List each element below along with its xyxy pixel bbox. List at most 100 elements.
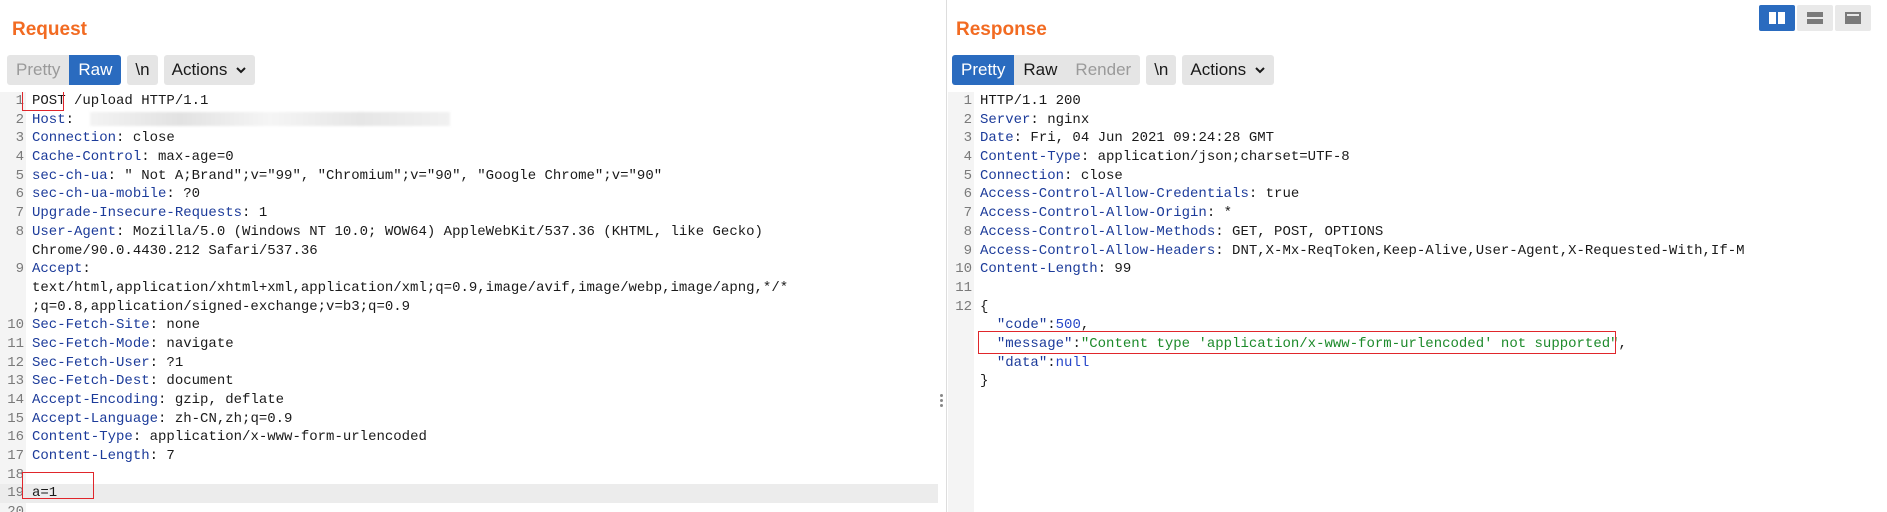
response-view-tabs: Pretty Raw Render bbox=[952, 55, 1141, 85]
response-tab-raw[interactable]: Raw bbox=[1014, 55, 1067, 85]
line-number: 5 bbox=[963, 167, 972, 184]
request-line: 1 POST /upload HTTP/1.1 bbox=[0, 92, 938, 111]
header-value: : * bbox=[1206, 205, 1233, 222]
pane-divider bbox=[946, 0, 947, 512]
request-tab-raw[interactable]: Raw bbox=[69, 55, 122, 85]
line-number: 9 bbox=[963, 242, 972, 259]
request-actions-label: Actions bbox=[171, 60, 228, 79]
header-value: : 99 bbox=[1097, 261, 1132, 278]
split-vertical-icon[interactable] bbox=[1797, 5, 1833, 31]
header-value: : none bbox=[149, 317, 201, 334]
request-newline-toggle[interactable]: \n bbox=[127, 55, 158, 85]
request-actions-button[interactable]: Actions bbox=[163, 55, 256, 85]
line-number: 8 bbox=[963, 223, 972, 240]
json-key-message: "message" bbox=[996, 335, 1073, 352]
line-text: { bbox=[980, 298, 989, 315]
header-name: Accept-Language bbox=[32, 410, 159, 427]
request-toolbar: Pretty Raw \n Actions bbox=[7, 55, 261, 85]
header-value: : ?1 bbox=[149, 354, 184, 371]
header-name: Access-Control-Allow-Origin bbox=[980, 205, 1207, 222]
request-line: 8 User-Agent: Mozilla/5.0 (Windows NT 10.… bbox=[0, 223, 938, 242]
request-line: 11 Sec-Fetch-Mode: navigate bbox=[0, 335, 938, 354]
line-text: HTTP/1.1 200 bbox=[980, 93, 1081, 109]
request-line: 17 Content-Length: 7 bbox=[0, 447, 938, 466]
response-actions-label: Actions bbox=[1190, 60, 1247, 79]
request-line: 14 Accept-Encoding: gzip, deflate bbox=[0, 391, 938, 410]
header-value: : application/json;charset=UTF-8 bbox=[1080, 149, 1350, 166]
request-pane: Request Pretty Raw \n Actions 1 POST /upl… bbox=[0, 0, 938, 512]
header-value: : 7 bbox=[149, 448, 175, 465]
json-key-code: "code" bbox=[996, 317, 1048, 334]
line-text: Chrome/90.0.4430.212 Safari/537.36 bbox=[32, 242, 318, 259]
line-number: 7 bbox=[963, 205, 972, 222]
line-number: 2 bbox=[963, 111, 972, 128]
response-title: Response bbox=[956, 19, 1047, 40]
response-line: 8 Access-Control-Allow-Methods: GET, POST… bbox=[948, 223, 1887, 242]
line-number: 11 bbox=[955, 279, 972, 296]
json-line-message: "message":"Content type 'application/x-w… bbox=[996, 335, 1627, 352]
line-number: 5 bbox=[15, 167, 24, 184]
response-line: 12 { bbox=[948, 298, 1887, 317]
line-number: 12 bbox=[955, 298, 972, 315]
header-value: : application/x-www-form-urlencoded bbox=[132, 429, 427, 446]
request-view-tabs: Pretty Raw bbox=[7, 55, 122, 85]
request-line: 15 Accept-Language: zh-CN,zh;q=0.9 bbox=[0, 410, 938, 429]
response-line: 6 Access-Control-Allow-Credentials: true bbox=[948, 185, 1887, 204]
line-number: 3 bbox=[963, 130, 972, 147]
header-name: sec-ch-ua bbox=[32, 167, 108, 184]
header-name: Content-Length bbox=[32, 448, 150, 465]
header-value: : Fri, 04 Jun 2021 09:24:28 GMT bbox=[1013, 130, 1275, 147]
request-line: Chrome/90.0.4430.212 Safari/537.36 bbox=[0, 242, 938, 261]
header-name: Access-Control-Allow-Methods bbox=[980, 223, 1216, 240]
response-newline-toggle[interactable]: \n bbox=[1146, 55, 1177, 85]
line-number: 19 bbox=[7, 485, 24, 502]
response-line: 7 Access-Control-Allow-Origin: * bbox=[948, 204, 1887, 223]
header-value: : bbox=[65, 111, 75, 128]
response-tab-pretty[interactable]: Pretty bbox=[952, 55, 1015, 85]
response-actions-button[interactable]: Actions bbox=[1182, 55, 1275, 85]
request-line: 7 Upgrade-Insecure-Requests: 1 bbox=[0, 204, 938, 223]
header-name: sec-ch-ua-mobile bbox=[32, 186, 167, 203]
tabs-icon[interactable] bbox=[1835, 5, 1871, 31]
line-number: 9 bbox=[15, 261, 24, 278]
line-number: 13 bbox=[7, 373, 24, 390]
header-value: : document bbox=[149, 373, 234, 390]
header-value: : ?0 bbox=[166, 186, 201, 203]
line-number: 3 bbox=[15, 130, 24, 147]
header-value: : bbox=[82, 261, 91, 278]
header-value: : nginx bbox=[1030, 111, 1090, 128]
header-name: Server bbox=[980, 111, 1031, 128]
line-text: POST /upload HTTP/1.1 bbox=[32, 93, 209, 109]
header-name: Date bbox=[980, 130, 1014, 147]
header-name: Connection bbox=[980, 167, 1065, 184]
line-number: 14 bbox=[7, 392, 24, 408]
header-name: Host bbox=[32, 111, 66, 128]
request-editor[interactable]: 1 POST /upload HTTP/1.1 2 Host: 3 Connection:… bbox=[0, 92, 938, 512]
split-horizontal-icon[interactable] bbox=[1759, 5, 1795, 31]
json-line-code: "code":500, bbox=[996, 317, 1090, 334]
request-title: Request bbox=[12, 19, 87, 40]
pane-resize-handle[interactable] bbox=[938, 392, 944, 410]
header-name: Access-Control-Allow-Headers bbox=[980, 242, 1216, 259]
json-value-data: null bbox=[1055, 354, 1090, 371]
request-line: 20 bbox=[0, 503, 938, 512]
request-line: 9 Accept: bbox=[0, 260, 938, 279]
line-number: 4 bbox=[15, 149, 24, 166]
line-number: 1 bbox=[15, 93, 24, 109]
line-number: 15 bbox=[7, 410, 24, 427]
line-number: 7 bbox=[15, 205, 24, 222]
line-number: 6 bbox=[963, 186, 972, 203]
response-editor[interactable]: 1 HTTP/1.1 200 2 Server: nginx 3 Date: Fri, 0… bbox=[948, 92, 1887, 512]
header-name: Sec-Fetch-Site bbox=[32, 317, 150, 334]
header-name: User-Agent bbox=[32, 223, 117, 240]
chevron-down-icon bbox=[236, 67, 247, 74]
response-tab-render[interactable]: Render bbox=[1066, 55, 1141, 85]
header-value: : max-age=0 bbox=[141, 149, 234, 166]
response-line: 9 Access-Control-Allow-Headers: DNT,X-Mx-… bbox=[948, 242, 1887, 261]
request-tab-pretty[interactable]: Pretty bbox=[7, 55, 70, 85]
header-name: Content-Type bbox=[980, 149, 1081, 166]
header-value: : 1 bbox=[242, 205, 268, 222]
header-name: Accept-Encoding bbox=[32, 392, 159, 408]
response-line: 3 Date: Fri, 04 Jun 2021 09:24:28 GMT bbox=[948, 129, 1887, 148]
line-text: a=1 bbox=[32, 485, 58, 502]
